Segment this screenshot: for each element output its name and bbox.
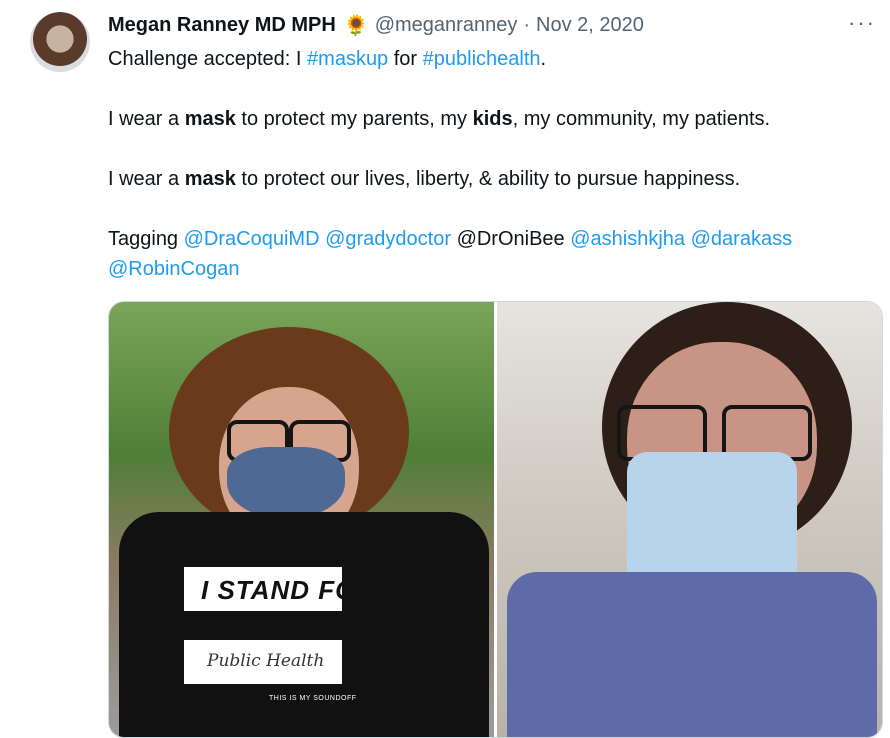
avatar[interactable] — [30, 12, 90, 72]
media-grid: I STAND FOR Public Health THIS IS MY SOU… — [108, 301, 883, 738]
t-shirt — [119, 512, 489, 737]
text-segment: for — [388, 48, 423, 70]
mention-robincogan[interactable]: @RobinCogan — [108, 258, 240, 280]
mention-gradydoctor[interactable]: @gradydoctor — [325, 228, 451, 250]
mention-darakass[interactable]: @darakass — [691, 228, 792, 250]
text-segment: to protect our lives, liberty, & ability… — [235, 168, 741, 190]
tweet-header: Megan Ranney MD MPH 🌻 @meganranney · Nov… — [108, 11, 644, 39]
face-mask — [227, 447, 345, 519]
bold-mask: mask — [184, 108, 236, 130]
bold-mask: mask — [184, 168, 236, 190]
text-segment: I wear a — [108, 168, 185, 190]
text-line-4: Tagging @DraCoquiMD @gradydoctor @DrOniB… — [108, 224, 883, 254]
mention-ashishkjha[interactable]: @ashishkjha — [570, 228, 685, 250]
mention-dronibee: @DrOniBee — [456, 228, 565, 250]
scrubs — [507, 572, 877, 737]
tweet[interactable]: Megan Ranney MD MPH 🌻 @meganranney · Nov… — [0, 0, 890, 738]
shirt-small-text: THIS IS MY SOUNDOFF — [269, 695, 357, 702]
face-mask — [627, 452, 797, 587]
separator-dot: · — [523, 13, 530, 36]
mention-dracoquimd[interactable]: @DraCoquiMD — [184, 228, 320, 250]
text-line-1: Challenge accepted: I #maskup for #publi… — [108, 44, 883, 74]
text-segment: Challenge accepted: I — [108, 48, 308, 70]
text-line-5: @RobinCogan — [108, 254, 883, 284]
author-handle[interactable]: @meganranney — [375, 14, 518, 37]
hashtag-maskup[interactable]: #maskup — [307, 48, 388, 70]
shirt-text-bottom: Public Health — [207, 651, 325, 671]
bold-kids: kids — [472, 108, 513, 130]
tweet-date[interactable]: Nov 2, 2020 — [536, 14, 644, 37]
sunflower-emoji: 🌻 — [343, 14, 369, 37]
shirt-text-top: I STAND FOR — [201, 575, 377, 605]
text-line-2: I wear a mask to protect my parents, my … — [108, 104, 883, 134]
photo-scrubs[interactable] — [497, 302, 882, 737]
author-name[interactable]: Megan Ranney MD MPH — [108, 14, 336, 37]
text-segment: , my community, my patients. — [512, 108, 771, 130]
text-segment: to protect my parents, my — [235, 108, 473, 130]
text-segment: I wear a — [108, 108, 185, 130]
hashtag-publichealth[interactable]: #publichealth — [423, 48, 541, 70]
photo-shirt[interactable]: I STAND FOR Public Health THIS IS MY SOU… — [109, 302, 494, 737]
tweet-text: Challenge accepted: I #maskup for #publi… — [108, 44, 883, 284]
text-line-3: I wear a mask to protect our lives, libe… — [108, 164, 883, 194]
text-segment: . — [540, 48, 547, 70]
text-segment: Tagging — [108, 228, 184, 250]
more-options-icon[interactable]: ··· — [848, 10, 876, 36]
